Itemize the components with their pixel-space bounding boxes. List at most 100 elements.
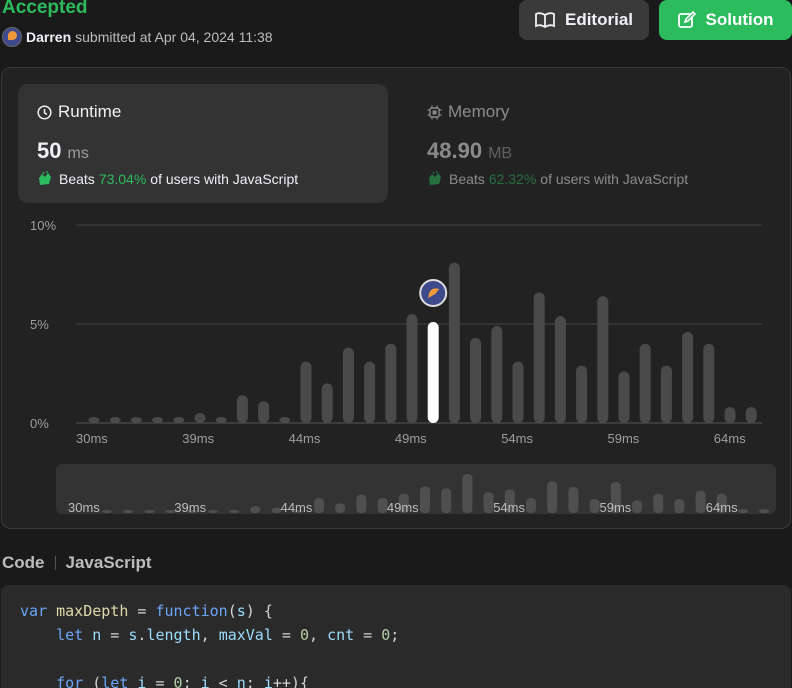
overview-bar xyxy=(632,500,642,513)
overview-bar xyxy=(441,488,452,513)
x-tick-label: 44ms xyxy=(289,431,321,446)
code-token: length xyxy=(146,626,201,644)
overview-bar xyxy=(526,498,536,513)
overview-bar xyxy=(123,510,134,513)
results-panel: Runtime 50 ms Beats 73.04% of users with … xyxy=(1,67,791,529)
chart-bar xyxy=(109,417,121,423)
x-tick-label: 64ms xyxy=(714,431,746,446)
runtime-distribution-chart[interactable]: 10% 5% 0% 30ms 39ms 44ms 49ms 54ms 59ms 64ms 30ms 3… xyxy=(2,68,792,530)
y-tick-label: 10% xyxy=(30,218,56,233)
code-token: let xyxy=(56,626,93,644)
code-token: function xyxy=(155,602,228,620)
chart-bar xyxy=(470,337,482,423)
code-token: i xyxy=(200,674,210,688)
editorial-label: Editorial xyxy=(564,10,633,29)
editorial-button[interactable]: Editorial xyxy=(519,0,649,40)
y-tick-label: 5% xyxy=(30,317,49,332)
overview-x-label: 54ms xyxy=(493,500,525,515)
code-header-divider xyxy=(54,556,56,570)
overview-bar xyxy=(144,510,155,513)
submitter-line: Darren submitted at Apr 04, 2024 11:38 xyxy=(2,27,273,47)
code-token: cnt xyxy=(327,626,355,644)
code-token: = xyxy=(128,602,156,620)
code-token: = xyxy=(101,626,129,644)
overview-x-label: 59ms xyxy=(600,500,632,515)
solution-button[interactable]: Solution xyxy=(659,0,792,40)
chart-bar xyxy=(321,383,333,423)
overview-bar xyxy=(759,509,770,513)
edit-icon xyxy=(677,11,696,28)
y-tick-label: 0% xyxy=(30,416,49,431)
overview-bar xyxy=(356,494,367,513)
chart-bar xyxy=(660,365,672,423)
overview-x-label: 30ms xyxy=(68,500,100,515)
code-header: Code JavaScript xyxy=(2,553,152,573)
chart-bar xyxy=(703,343,715,423)
code-token: i xyxy=(263,674,273,688)
chart-bar xyxy=(512,361,524,423)
chart-bar xyxy=(215,417,227,423)
code-token: = xyxy=(146,674,174,688)
chart-bar xyxy=(618,371,630,423)
chart-bar xyxy=(88,417,100,423)
x-tick-label: 39ms xyxy=(182,431,214,446)
chart-bar xyxy=(279,417,291,423)
x-tick-label: 49ms xyxy=(395,431,427,446)
overview-bar xyxy=(589,499,600,513)
chart-bar xyxy=(236,395,248,423)
chart-bar xyxy=(300,361,312,423)
submitted-time: submitted at Apr 04, 2024 11:38 xyxy=(75,29,273,45)
code-token: s xyxy=(236,602,246,620)
chart-bar xyxy=(745,407,757,423)
overview-bar xyxy=(462,474,473,513)
code-token: maxVal xyxy=(218,626,273,644)
overview-bar xyxy=(653,493,664,513)
overview-bar xyxy=(738,509,748,513)
code-token: ( xyxy=(227,602,237,620)
overview-x-label: 44ms xyxy=(281,500,313,515)
overview-bar xyxy=(695,490,706,513)
chart-bar xyxy=(406,314,418,423)
status-label: Accepted xyxy=(2,0,88,18)
chart-bar xyxy=(491,325,503,423)
chart-bar xyxy=(364,361,376,423)
code-block[interactable]: var maxDepth = function(s) { let n = s.l… xyxy=(1,585,791,688)
overview-bar xyxy=(102,510,112,513)
code-label: Code xyxy=(2,553,45,572)
avatar[interactable] xyxy=(2,27,22,47)
chart-bar xyxy=(639,343,651,423)
code-token: ++){ xyxy=(272,674,309,688)
chart-bar xyxy=(724,407,736,423)
chart-bar xyxy=(682,331,694,423)
code-token: = xyxy=(354,626,382,644)
chart-bar xyxy=(385,343,397,423)
code-token: 0 xyxy=(299,626,309,644)
chart-bar xyxy=(342,347,354,423)
overview-x-label: 39ms xyxy=(174,500,206,515)
code-token: 0 xyxy=(381,626,391,644)
overview-x-label: 64ms xyxy=(706,500,738,515)
code-token: , xyxy=(200,626,219,644)
overview-bar xyxy=(208,510,218,513)
overview-bar xyxy=(483,492,494,513)
submitter-name[interactable]: Darren xyxy=(26,29,71,45)
chart-bar xyxy=(152,417,164,423)
overview-bar xyxy=(420,486,430,513)
x-tick-label: 54ms xyxy=(501,431,533,446)
overview-bar xyxy=(674,499,685,513)
code-token: = xyxy=(272,626,300,644)
overview-bar xyxy=(547,481,558,513)
overview-bar xyxy=(335,503,346,513)
chart-bar xyxy=(194,413,206,423)
code-token: ; xyxy=(390,626,400,644)
code-language: JavaScript xyxy=(65,553,152,572)
chart-bar xyxy=(258,401,270,423)
x-tick-label: 30ms xyxy=(76,431,108,446)
code-token: n xyxy=(236,674,246,688)
code-token: n xyxy=(92,626,102,644)
code-token: , xyxy=(309,626,328,644)
code-token: for xyxy=(56,674,84,688)
book-icon xyxy=(535,12,555,28)
